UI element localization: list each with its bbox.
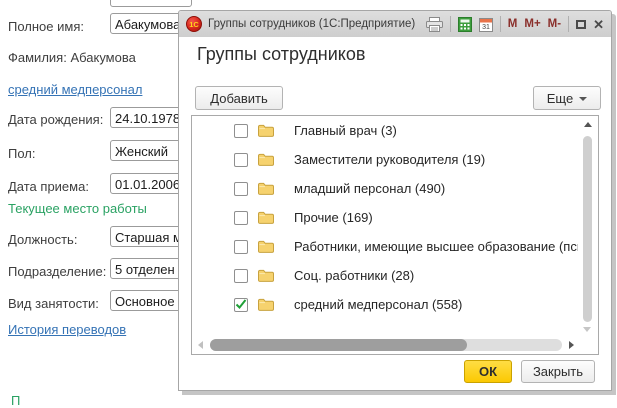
section-current-work: Текущее место работы xyxy=(8,201,147,216)
group-checkbox[interactable] xyxy=(234,182,248,196)
folder-icon xyxy=(258,211,274,224)
group-label: средний медперсонал (558) xyxy=(294,297,462,312)
full-name-label: Полное имя: xyxy=(8,19,84,34)
close-button[interactable]: Закрыть xyxy=(521,360,595,383)
group-label: Заместители руководителя (19) xyxy=(294,152,485,167)
group-label: Главный врач (3) xyxy=(294,123,397,138)
scroll-up-icon[interactable] xyxy=(584,122,592,127)
hire-date-label: Дата приема: xyxy=(8,179,89,194)
group-label: младший персонал (490) xyxy=(294,181,445,196)
svg-text:31: 31 xyxy=(482,24,490,31)
memory-button[interactable]: M xyxy=(508,18,518,30)
folder-icon xyxy=(258,153,274,166)
groups-dialog: 1С Группы сотрудников (1С:Предприятие) xyxy=(178,10,612,391)
group-row[interactable]: Главный врач (3) xyxy=(192,116,578,145)
group-row[interactable]: Заместители руководителя (19) xyxy=(192,145,578,174)
group-label: Работники, имеющие высшее образование (п… xyxy=(294,239,578,254)
history-link[interactable]: История переводов xyxy=(8,322,126,337)
group-label: Соц. работники (28) xyxy=(294,268,414,283)
vertical-scrollbar[interactable] xyxy=(581,120,594,332)
scroll-left-icon[interactable] xyxy=(198,341,203,349)
folder-icon xyxy=(258,269,274,282)
vertical-scroll-thumb[interactable] xyxy=(583,136,592,322)
horizontal-scroll-thumb[interactable] xyxy=(210,339,467,351)
folder-icon xyxy=(258,240,274,253)
add-button[interactable]: Добавить xyxy=(195,86,283,110)
groups-list: Главный врач (3) Заместители руководител… xyxy=(191,115,599,355)
dialog-title: Группы сотрудников (1С:Предприятие) xyxy=(208,18,415,30)
group-link[interactable]: средний медперсонал xyxy=(8,82,142,97)
surname-value: Абакумова xyxy=(70,50,135,65)
folder-icon xyxy=(258,298,274,311)
group-checkbox[interactable] xyxy=(234,240,248,254)
more-button[interactable]: Еще xyxy=(533,86,601,110)
group-row[interactable]: Работники, имеющие высшее образование (п… xyxy=(192,232,578,261)
memory-minus-button[interactable]: M- xyxy=(548,18,561,30)
maximize-icon[interactable] xyxy=(576,20,586,29)
group-checkbox[interactable] xyxy=(234,124,248,138)
group-checkbox[interactable] xyxy=(234,211,248,225)
group-row[interactable]: младший персонал (490) xyxy=(192,174,578,203)
top-partial-input[interactable] xyxy=(110,0,192,7)
dialog-heading: Группы сотрудников xyxy=(197,44,365,65)
titlebar-separator xyxy=(450,16,451,32)
surname-label: Фамилия: xyxy=(8,50,67,65)
group-row[interactable]: Прочие (169) xyxy=(192,203,578,232)
titlebar-separator xyxy=(568,16,569,32)
memory-plus-button[interactable]: M+ xyxy=(524,18,540,30)
folder-icon xyxy=(258,182,274,195)
dialog-titlebar[interactable]: 1С Группы сотрудников (1С:Предприятие) xyxy=(179,11,611,38)
group-row[interactable]: Соц. работники (28) xyxy=(192,261,578,290)
employment-label: Вид занятости: xyxy=(8,296,99,311)
scroll-right-icon[interactable] xyxy=(569,341,574,349)
scroll-down-icon[interactable] xyxy=(583,327,591,332)
horizontal-scrollbar[interactable] xyxy=(198,339,574,352)
print-icon[interactable] xyxy=(426,17,443,32)
dialog-body: Группы сотрудников Добавить Еще Главный … xyxy=(179,37,611,390)
group-checkbox[interactable] xyxy=(234,153,248,167)
calculator-icon[interactable] xyxy=(458,17,472,32)
group-checkbox[interactable] xyxy=(234,269,248,283)
gender-label: Пол: xyxy=(8,146,36,161)
department-label: Подразделение: xyxy=(8,264,106,279)
group-row[interactable]: средний медперсонал (558) xyxy=(192,290,578,319)
surname-line: Фамилия: Абакумова xyxy=(8,50,136,65)
ok-button[interactable]: ОК xyxy=(464,360,512,383)
position-label: Должность: xyxy=(8,232,77,247)
1c-logo-icon: 1С xyxy=(186,16,202,32)
folder-icon xyxy=(258,124,274,137)
group-label: Прочие (169) xyxy=(294,210,373,225)
close-icon[interactable]: ✕ xyxy=(593,18,604,31)
birth-date-label: Дата рождения: xyxy=(8,112,103,127)
calendar-icon[interactable]: 31 xyxy=(479,17,493,32)
group-checkbox[interactable] xyxy=(234,298,248,312)
titlebar-separator xyxy=(500,16,501,32)
horizontal-scroll-track[interactable] xyxy=(210,339,562,351)
chevron-down-icon xyxy=(579,97,587,101)
more-button-label: Еще xyxy=(547,91,573,106)
